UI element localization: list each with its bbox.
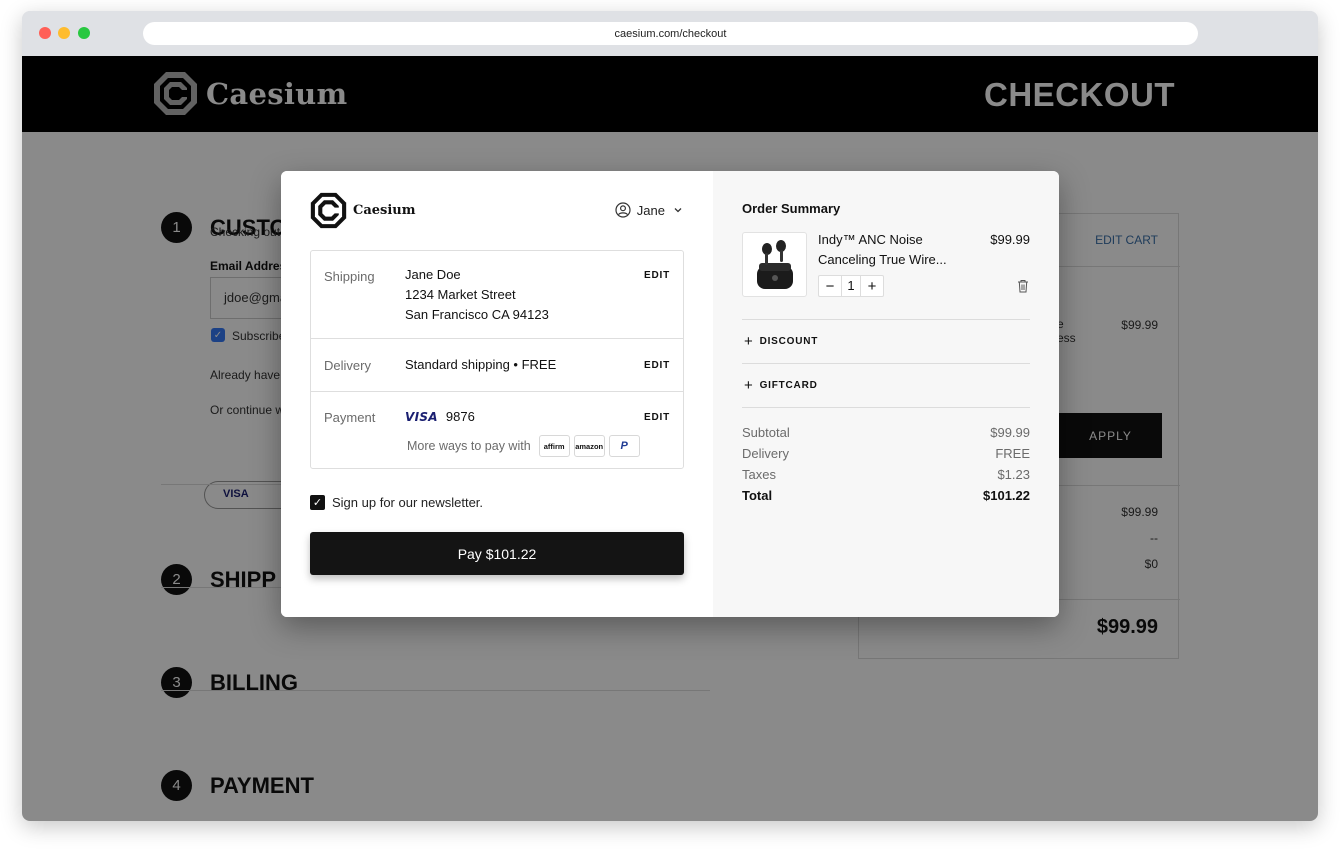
payment-label: Payment [324,410,376,425]
newsletter-label: Sign up for our newsletter. [332,495,484,510]
add-giftcard-link[interactable]: + GIFTCARD [744,377,818,394]
shipping-street: 1234 Market Street [405,287,516,302]
address-bar[interactable]: caesium.com/checkout [143,22,1198,45]
page-viewport: Caesium CHECKOUT 1 CUSTO Checking out Em… [22,56,1318,821]
close-window-button[interactable] [39,27,51,39]
maximize-window-button[interactable] [78,27,90,39]
url-text: caesium.com/checkout [614,27,727,40]
product-price: $99.99 [990,232,1030,247]
delivery-value: FREE [995,446,1030,461]
subtotal-value: $99.99 [990,425,1030,440]
edit-payment-button[interactable]: EDIT [644,412,670,423]
paypal-pay-option[interactable]: P [608,435,640,457]
payment-method: VISA 9876 [405,407,475,427]
user-icon [615,202,631,218]
quantity-stepper: − 1 + [818,275,884,297]
shipping-name: Jane Doe [405,267,461,282]
product-image [742,232,807,297]
browser-toolbar: caesium.com/checkout [22,11,1318,56]
checkout-modal: Caesium Jane Shipping Jane Doe 1234 Mark… [281,171,1059,617]
total-value: $101.22 [983,488,1030,503]
discount-label: DISCOUNT [759,336,819,347]
increase-quantity-button[interactable]: + [861,276,883,296]
delivery-row: Delivery FREE [742,446,1030,461]
newsletter-option[interactable]: ✓ Sign up for our newsletter. [310,495,483,510]
delivery-label: Delivery [324,358,371,373]
modal-brand: Caesium [310,192,416,229]
pay-button[interactable]: Pay $101.22 [310,532,684,575]
shipping-label: Shipping [324,269,375,284]
edit-shipping-button[interactable]: EDIT [644,270,670,281]
plus-icon: + [744,333,754,350]
total-row: Total $101.22 [742,488,1030,503]
trash-icon[interactable] [1017,279,1029,293]
order-summary-panel: Order Summary Indy™ ANC Noise Canceling … [713,171,1059,617]
shipping-address: Jane Doe 1234 Market Street San Francisc… [405,265,549,325]
quantity-value[interactable]: 1 [841,276,861,296]
taxes-value: $1.23 [997,467,1030,482]
product-name: Indy™ ANC Noise Canceling True Wire... [818,232,947,267]
divider [742,407,1030,408]
affirm-pay-option[interactable]: affirm [538,435,570,457]
divider [742,363,1030,364]
divider [742,319,1030,320]
total-label: Total [742,488,773,503]
delivery-label: Delivery [742,446,789,461]
earbuds-image [757,240,793,289]
taxes-label: Taxes [742,467,776,482]
card-last4: 9876 [445,409,475,424]
checkout-info-box: Shipping Jane Doe 1234 Market Street San… [310,250,684,469]
user-name: Jane [636,202,665,218]
add-discount-link[interactable]: + DISCOUNT [744,333,818,350]
decrease-quantity-button[interactable]: − [819,276,841,296]
subtotal-row: Subtotal $99.99 [742,425,1030,440]
more-payment-options: More ways to pay with affirm amazon P [407,435,640,457]
order-summary-title: Order Summary [742,201,841,216]
giftcard-label: GIFTCARD [759,380,818,391]
user-menu[interactable]: Jane [615,202,683,218]
shipping-city: San Francisco CA 94123 [405,307,549,322]
newsletter-checkbox[interactable]: ✓ [310,495,325,510]
visa-icon: VISA [405,410,438,424]
browser-window: caesium.com/checkout Caesium CHECKOUT 1 … [22,11,1318,821]
divider [311,391,683,392]
subtotal-label: Subtotal [742,425,790,440]
plus-icon: + [744,377,754,394]
minimize-window-button[interactable] [58,27,70,39]
taxes-row: Taxes $1.23 [742,467,1030,482]
edit-delivery-button[interactable]: EDIT [644,360,670,371]
caesium-logo-icon [310,192,347,229]
chevron-down-icon [674,208,682,213]
checkout-details-panel: Caesium Jane Shipping Jane Doe 1234 Mark… [281,171,713,617]
divider [311,338,683,339]
amazon-pay-option[interactable]: amazon [573,435,605,457]
modal-brand-name: Caesium [353,203,416,218]
more-ways-text: More ways to pay with [407,439,531,453]
delivery-method: Standard shipping • FREE [405,357,557,372]
